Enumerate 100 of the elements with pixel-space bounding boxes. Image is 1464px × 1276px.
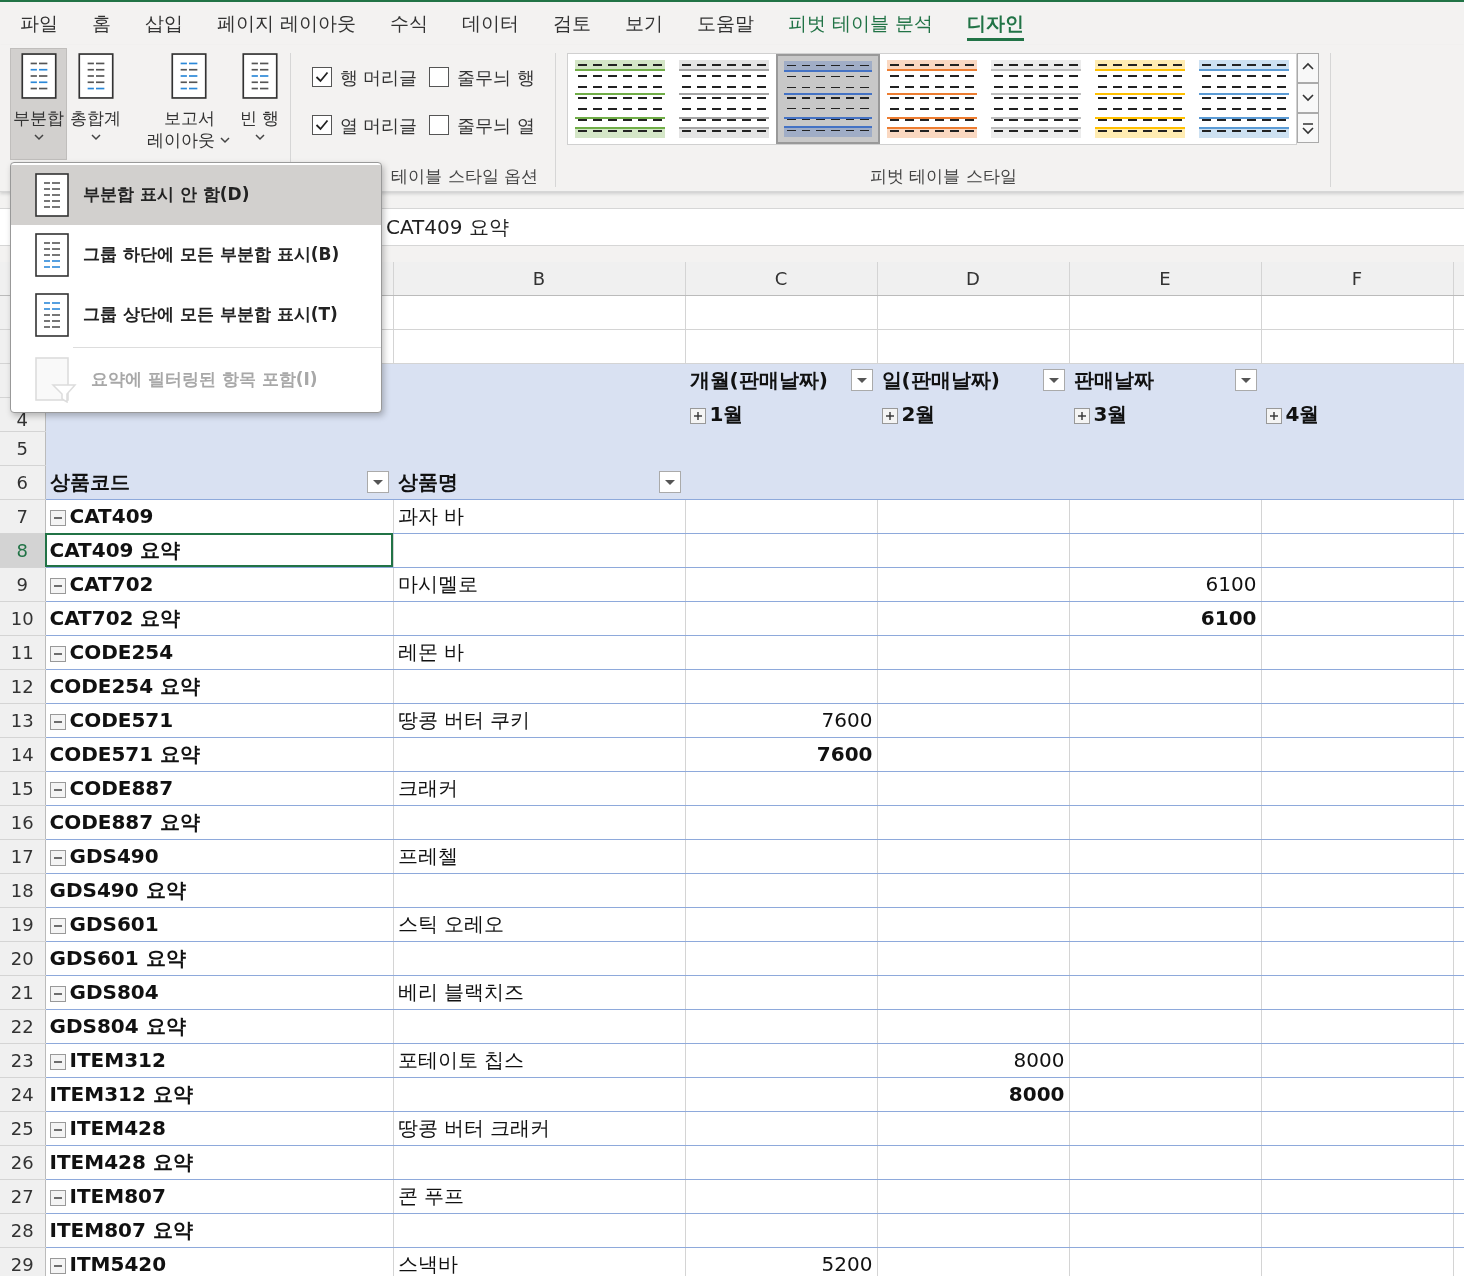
- expand-icon[interactable]: [1073, 407, 1090, 424]
- collapse-icon[interactable]: [49, 1053, 66, 1070]
- table-cell[interactable]: 베리 블랙치즈: [393, 975, 685, 1009]
- row-number[interactable]: 25: [0, 1111, 45, 1145]
- ribbon-tab[interactable]: 디자인: [953, 2, 1039, 45]
- table-cell[interactable]: CODE254 요약: [45, 669, 393, 703]
- table-cell[interactable]: 프레첼: [393, 839, 685, 873]
- menu-item[interactable]: 그룹 상단에 모든 부분합 표시(T): [11, 285, 381, 345]
- row-number[interactable]: 18: [0, 873, 45, 907]
- ribbon-button[interactable]: 보고서 레이아웃: [141, 48, 237, 160]
- row-number[interactable]: 8: [0, 533, 45, 567]
- column-header[interactable]: D: [877, 262, 1069, 295]
- collapse-icon[interactable]: [49, 781, 66, 798]
- table-cell[interactable]: GDS601 요약: [45, 941, 393, 975]
- ribbon-button[interactable]: 빈 행: [237, 48, 283, 160]
- ribbon-tab[interactable]: 파일: [6, 2, 72, 45]
- expand-icon[interactable]: [689, 407, 706, 424]
- table-cell[interactable]: 땅콩 버터 크래커: [393, 1111, 685, 1145]
- table-cell[interactable]: 스틱 오레오: [393, 907, 685, 941]
- row-number[interactable]: 6: [0, 465, 45, 499]
- column-header[interactable]: F: [1261, 262, 1453, 295]
- collapse-icon[interactable]: [49, 713, 66, 730]
- table-cell[interactable]: 6100: [1069, 567, 1261, 601]
- row-number[interactable]: 17: [0, 839, 45, 873]
- table-cell[interactable]: 8000: [877, 1043, 1069, 1077]
- row-number[interactable]: 12: [0, 669, 45, 703]
- filter-dropdown-button[interactable]: [658, 471, 681, 493]
- table-cell[interactable]: CODE571 요약: [45, 737, 393, 771]
- table-cell[interactable]: 과자 바: [393, 499, 685, 533]
- style-swatch[interactable]: [776, 54, 881, 144]
- ribbon-tab[interactable]: 페이지 레이아웃: [203, 2, 371, 45]
- table-cell[interactable]: 마시멜로: [393, 567, 685, 601]
- collapse-icon[interactable]: [49, 645, 66, 662]
- row-number[interactable]: 28: [0, 1213, 45, 1247]
- ribbon-tab[interactable]: 수식: [376, 2, 443, 45]
- row-number[interactable]: 19: [0, 907, 45, 941]
- filter-dropdown-button[interactable]: [366, 471, 389, 493]
- table-cell[interactable]: 8000: [877, 1077, 1069, 1111]
- checkbox[interactable]: 행 머리글: [311, 63, 418, 91]
- collapse-icon[interactable]: [49, 1257, 66, 1274]
- menu-item[interactable]: 그룹 하단에 모든 부분합 표시(B): [11, 225, 381, 285]
- row-number[interactable]: 14: [0, 737, 45, 771]
- filter-dropdown-button[interactable]: [1234, 369, 1257, 391]
- table-cell[interactable]: 5200: [685, 1247, 877, 1276]
- table-cell[interactable]: GDS490 요약: [45, 873, 393, 907]
- checkbox[interactable]: 줄무늬 열: [429, 111, 536, 139]
- table-cell[interactable]: 콘 푸프: [393, 1179, 685, 1213]
- table-cell[interactable]: ITEM312 요약: [45, 1077, 393, 1111]
- ribbon-tab[interactable]: 보기: [611, 2, 678, 45]
- column-header[interactable]: E: [1069, 262, 1261, 295]
- filter-dropdown-button[interactable]: [850, 369, 873, 391]
- table-cell[interactable]: GDS804 요약: [45, 1009, 393, 1043]
- table-cell[interactable]: 레몬 바: [393, 635, 685, 669]
- row-number[interactable]: 21: [0, 975, 45, 1009]
- row-number[interactable]: 24: [0, 1077, 45, 1111]
- table-cell[interactable]: 스낵바: [393, 1247, 685, 1276]
- column-header[interactable]: B: [393, 262, 685, 295]
- ribbon-tab[interactable]: 검토: [539, 2, 606, 45]
- checkbox[interactable]: 줄무늬 행: [429, 63, 536, 91]
- collapse-icon[interactable]: [49, 1189, 66, 1206]
- collapse-icon[interactable]: [49, 509, 66, 526]
- ribbon-tab[interactable]: 데이터: [448, 2, 534, 45]
- table-cell[interactable]: 7600: [685, 737, 877, 771]
- row-number[interactable]: 11: [0, 635, 45, 669]
- ribbon-tab[interactable]: 홈: [78, 2, 125, 45]
- row-number[interactable]: 9: [0, 567, 45, 601]
- table-cell[interactable]: 땅콩 버터 쿠키: [393, 703, 685, 737]
- scroll-down-button[interactable]: [1297, 83, 1320, 113]
- table-cell[interactable]: CODE887 요약: [45, 805, 393, 839]
- collapse-icon[interactable]: [49, 985, 66, 1002]
- expand-icon[interactable]: [1265, 407, 1282, 424]
- collapse-icon[interactable]: [49, 1121, 66, 1138]
- table-cell[interactable]: 크래커: [393, 771, 685, 805]
- table-cell[interactable]: 6100: [1069, 601, 1261, 635]
- row-number[interactable]: 26: [0, 1145, 45, 1179]
- table-cell[interactable]: CAT409 요약: [45, 533, 393, 567]
- row-number[interactable]: 5: [0, 431, 45, 465]
- collapse-icon[interactable]: [49, 849, 66, 866]
- row-number[interactable]: 7: [0, 499, 45, 533]
- row-number[interactable]: 22: [0, 1009, 45, 1043]
- collapse-icon[interactable]: [49, 917, 66, 934]
- ribbon-button[interactable]: 부분합: [10, 48, 67, 160]
- table-cell[interactable]: CAT702 요약: [45, 601, 393, 635]
- column-header[interactable]: C: [685, 262, 877, 295]
- ribbon-button[interactable]: 총합계: [67, 48, 124, 160]
- scroll-up-button[interactable]: [1297, 53, 1320, 83]
- table-cell[interactable]: ITEM428 요약: [45, 1145, 393, 1179]
- collapse-icon[interactable]: [49, 577, 66, 594]
- row-number[interactable]: 10: [0, 601, 45, 635]
- table-cell[interactable]: 포테이토 칩스: [393, 1043, 685, 1077]
- row-number[interactable]: 16: [0, 805, 45, 839]
- row-number[interactable]: 29: [0, 1247, 45, 1276]
- row-number[interactable]: 23: [0, 1043, 45, 1077]
- table-cell[interactable]: 7600: [685, 703, 877, 737]
- expand-gallery-button[interactable]: [1297, 113, 1320, 143]
- ribbon-tab[interactable]: 도움말: [683, 2, 769, 45]
- row-number[interactable]: 15: [0, 771, 45, 805]
- row-number[interactable]: 27: [0, 1179, 45, 1213]
- expand-icon[interactable]: [881, 407, 898, 424]
- menu-item[interactable]: 부분합 표시 안 함(D): [11, 165, 381, 225]
